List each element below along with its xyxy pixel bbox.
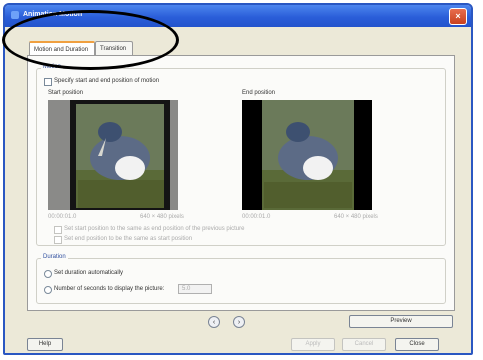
tab-panel: Motion Specify start and end position of… xyxy=(27,55,455,311)
app-icon xyxy=(11,11,19,19)
start-size: 640 × 480 pixels xyxy=(140,214,184,220)
specify-motion-label: Specify start and end position of motion xyxy=(54,78,160,84)
end-position-image[interactable] xyxy=(242,100,372,210)
preview-button[interactable]: Preview xyxy=(349,315,453,328)
seconds-value: 5.0 xyxy=(182,286,191,292)
duration-group-label: Duration xyxy=(41,254,68,260)
bird-photo-start xyxy=(70,100,170,210)
duration-seconds-radio[interactable] xyxy=(44,286,52,294)
apply-button[interactable]: Apply xyxy=(291,338,335,351)
next-icon[interactable]: › xyxy=(233,316,245,328)
option2-checkbox[interactable] xyxy=(54,236,62,244)
previous-icon[interactable]: ‹ xyxy=(208,316,220,328)
bird-photo-end xyxy=(242,100,372,210)
option1-checkbox[interactable] xyxy=(54,226,62,234)
start-position-label: Start position xyxy=(48,90,84,96)
start-time: 00:00:01.0 xyxy=(48,214,77,220)
option2-label: Set end position to be the same as start… xyxy=(64,236,193,242)
close-button[interactable]: Close xyxy=(395,338,439,351)
close-icon[interactable]: × xyxy=(449,8,467,25)
end-time: 00:00:01.0 xyxy=(242,214,271,220)
cancel-button[interactable]: Cancel xyxy=(342,338,386,351)
specify-motion-checkbox[interactable] xyxy=(44,78,52,86)
duration-auto-label: Set duration automatically xyxy=(54,270,124,276)
annotation-circle xyxy=(2,10,179,70)
help-button[interactable]: Help xyxy=(27,338,63,351)
end-size: 640 × 480 pixels xyxy=(334,214,378,220)
start-position-image[interactable] xyxy=(48,100,178,210)
duration-group: Duration xyxy=(36,254,446,304)
duration-auto-radio[interactable] xyxy=(44,270,52,278)
option1-label: Set start position to the same as end po… xyxy=(64,226,245,232)
duration-seconds-label: Number of seconds to display the picture… xyxy=(54,286,165,292)
seconds-stepper[interactable]: 5.0 xyxy=(178,284,212,294)
end-position-label: End position xyxy=(242,90,276,96)
